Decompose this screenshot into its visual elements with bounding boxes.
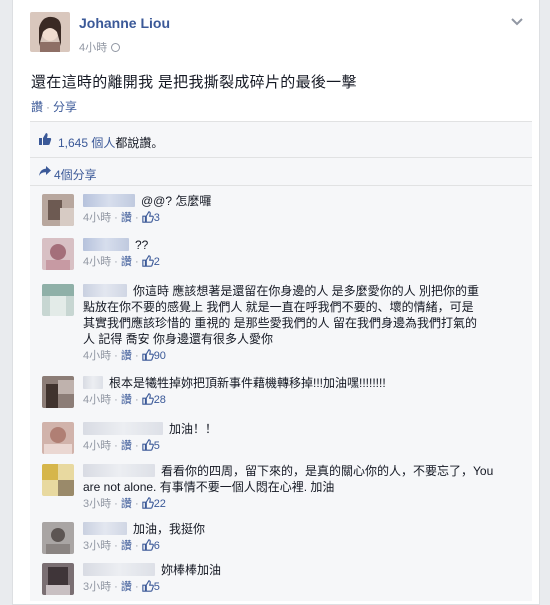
globe-icon bbox=[111, 43, 121, 52]
comment-like-button[interactable]: 讚 bbox=[121, 256, 132, 268]
thumbs-up-icon bbox=[141, 539, 154, 551]
likes-count-number[interactable]: 1,645 個人 bbox=[58, 136, 115, 150]
comment-body: ?? 4小時 · 讚 · 2 bbox=[83, 237, 523, 270]
comment-text: 加油，我挺你 bbox=[133, 522, 206, 536]
commenter-avatar[interactable] bbox=[42, 284, 74, 316]
post-time-text[interactable]: 4小時 bbox=[79, 42, 107, 54]
chevron-down-icon[interactable] bbox=[511, 15, 523, 29]
comment-time[interactable]: 4小時 bbox=[83, 350, 111, 362]
shares-summary: 4個分享 bbox=[30, 158, 532, 186]
post-message: 還在這時的離開我 是把我撕裂成碎片的最後一擊 bbox=[31, 74, 357, 91]
commenter-avatar[interactable] bbox=[42, 464, 74, 496]
comment-like-button[interactable]: 讚 bbox=[121, 212, 132, 224]
comment-body: 加油，我挺你 3小時 · 讚 · 6 bbox=[83, 521, 523, 554]
likes-count[interactable]: 1,645 個人都說讚。 bbox=[58, 134, 163, 151]
separator: · bbox=[46, 100, 51, 114]
commenter-avatar[interactable] bbox=[42, 194, 74, 226]
post-author-name[interactable]: Johanne Liou bbox=[79, 15, 170, 31]
commenter-name[interactable] bbox=[83, 563, 155, 576]
commenter-avatar[interactable] bbox=[42, 376, 74, 408]
comment-like-button[interactable]: 讚 bbox=[121, 350, 132, 362]
thumbs-up-icon bbox=[141, 580, 154, 592]
comment-time[interactable]: 3小時 bbox=[83, 540, 111, 552]
comment-time[interactable]: 4小時 bbox=[83, 256, 111, 268]
comment-like-button[interactable]: 讚 bbox=[121, 581, 132, 593]
comment-text-line: are not alone. 有事情不要一個人悶在心裡. 加油 bbox=[83, 480, 335, 494]
comment-body: 加油！！ 4小時 · 讚 · 5 bbox=[83, 421, 523, 454]
comment-text: 妳棒棒加油 bbox=[161, 563, 222, 577]
post-header: Johanne Liou 4小時 bbox=[13, 0, 539, 66]
comment-meta: 3小時 · 讚 · 22 bbox=[83, 497, 166, 510]
comment-text: 你這時 應該想著是還留在你身邊的人 是多麼愛你的人 別把你的重 bbox=[133, 284, 480, 298]
comment-body: 妳棒棒加油 3小時 · 讚 · 5 bbox=[83, 562, 523, 595]
comment-time[interactable]: 3小時 bbox=[83, 581, 111, 593]
comment-text: 加油！！ bbox=[169, 422, 218, 436]
comment-text: 根本是犧牲掉妳把頂新事件藉機轉移掉!!!加油嘿!!!!!!!! bbox=[109, 376, 386, 390]
commenter-avatar[interactable] bbox=[42, 238, 74, 270]
comment-meta: 4小時 · 讚 · 90 bbox=[83, 349, 166, 362]
comment-like-count[interactable]: 22 bbox=[154, 498, 166, 510]
comment-meta: 4小時 · 讚 · 2 bbox=[83, 255, 160, 268]
shares-count[interactable]: 4個分享 bbox=[54, 166, 97, 183]
comment-body: 看看你的四周，留下來的，是真的關心你的人，不要忘了，You are not al… bbox=[83, 463, 523, 512]
comment-like-count[interactable]: 2 bbox=[154, 256, 160, 268]
comment-meta: 3小時 · 讚 · 6 bbox=[83, 539, 160, 552]
comment-body: 你這時 應該想著是還留在你身邊的人 是多麼愛你的人 別把你的重 點放在你不要的感… bbox=[83, 283, 523, 364]
post-timestamp[interactable]: 4小時 bbox=[79, 39, 121, 55]
share-arrow-icon bbox=[38, 164, 52, 181]
comment-time[interactable]: 4小時 bbox=[83, 440, 111, 452]
feedback-section: 1,645 個人都說讚。 4個分享 @@? 怎麼囉 4小時 · 讚 · 3 ??… bbox=[30, 121, 532, 601]
comment-body: 根本是犧牲掉妳把頂新事件藉機轉移掉!!!加油嘿!!!!!!!! 4小時 · 讚 … bbox=[83, 375, 523, 408]
comment-like-count[interactable]: 3 bbox=[154, 212, 160, 224]
comment-like-count[interactable]: 5 bbox=[154, 440, 160, 452]
likes-suffix: 都說讚。 bbox=[115, 136, 164, 150]
comment-body: @@? 怎麼囉 4小時 · 讚 · 3 bbox=[83, 193, 523, 226]
commenter-name[interactable] bbox=[83, 376, 103, 389]
comment-text-line: 人 記得 喬安 你身邊還有很多人愛你 bbox=[83, 332, 274, 346]
commenter-name[interactable] bbox=[83, 522, 127, 535]
comment-text: 看看你的四周，留下來的，是真的關心你的人，不要忘了，You bbox=[161, 464, 494, 478]
comment-text-line: 其實我們應該珍惜的 重視的 是那些愛我們的人 留在我們身邊為我們打氣的 bbox=[83, 316, 478, 330]
comment-meta: 3小時 · 讚 · 5 bbox=[83, 580, 160, 593]
commenter-avatar[interactable] bbox=[42, 563, 74, 595]
comment-time[interactable]: 3小時 bbox=[83, 498, 111, 510]
comment-meta: 4小時 · 讚 · 5 bbox=[83, 439, 160, 452]
comment-time[interactable]: 4小時 bbox=[83, 394, 111, 406]
commenter-name[interactable] bbox=[83, 284, 127, 297]
thumbs-up-icon bbox=[141, 439, 154, 451]
comment-like-count[interactable]: 90 bbox=[154, 350, 166, 362]
commenter-avatar[interactable] bbox=[42, 522, 74, 554]
comment-text-line: 點放在你不要的感覺上 我們人 就是一直在呼我們不要的、壞的情緒，可是 bbox=[83, 300, 474, 314]
like-button[interactable]: 讚 bbox=[31, 100, 43, 114]
comment-like-button[interactable]: 讚 bbox=[121, 440, 132, 452]
commenter-name[interactable] bbox=[83, 194, 135, 207]
post-actions: 讚 · 分享 bbox=[31, 98, 77, 115]
likes-summary: 1,645 個人都說讚。 bbox=[30, 122, 532, 158]
comment-like-button[interactable]: 讚 bbox=[121, 540, 132, 552]
thumbs-up-icon bbox=[141, 393, 154, 405]
thumbs-up-icon bbox=[141, 497, 154, 509]
share-button[interactable]: 分享 bbox=[53, 100, 77, 114]
thumbs-up-icon bbox=[141, 255, 154, 267]
commenter-avatar[interactable] bbox=[42, 422, 74, 454]
comment-text: ?? bbox=[135, 238, 149, 252]
comment-like-button[interactable]: 讚 bbox=[121, 498, 132, 510]
thumbs-up-icon bbox=[141, 211, 154, 223]
commenter-name[interactable] bbox=[83, 422, 163, 435]
comment-like-count[interactable]: 6 bbox=[154, 540, 160, 552]
comment-time[interactable]: 4小時 bbox=[83, 212, 111, 224]
comment-text: @@? 怎麼囉 bbox=[141, 194, 212, 208]
comment-like-count[interactable]: 5 bbox=[154, 581, 160, 593]
thumbs-up-icon bbox=[141, 349, 154, 361]
author-avatar[interactable] bbox=[30, 12, 70, 52]
thumbs-up-icon bbox=[38, 132, 52, 149]
comment-like-count[interactable]: 28 bbox=[154, 394, 166, 406]
comment-meta: 4小時 · 讚 · 28 bbox=[83, 393, 166, 406]
comment-meta: 4小時 · 讚 · 3 bbox=[83, 211, 160, 224]
comment-like-button[interactable]: 讚 bbox=[121, 394, 132, 406]
commenter-name[interactable] bbox=[83, 464, 155, 477]
commenter-name[interactable] bbox=[83, 238, 129, 251]
post-card: Johanne Liou 4小時 還在這時的離開我 是把我撕裂成碎片的最後一擊 … bbox=[12, 0, 540, 605]
